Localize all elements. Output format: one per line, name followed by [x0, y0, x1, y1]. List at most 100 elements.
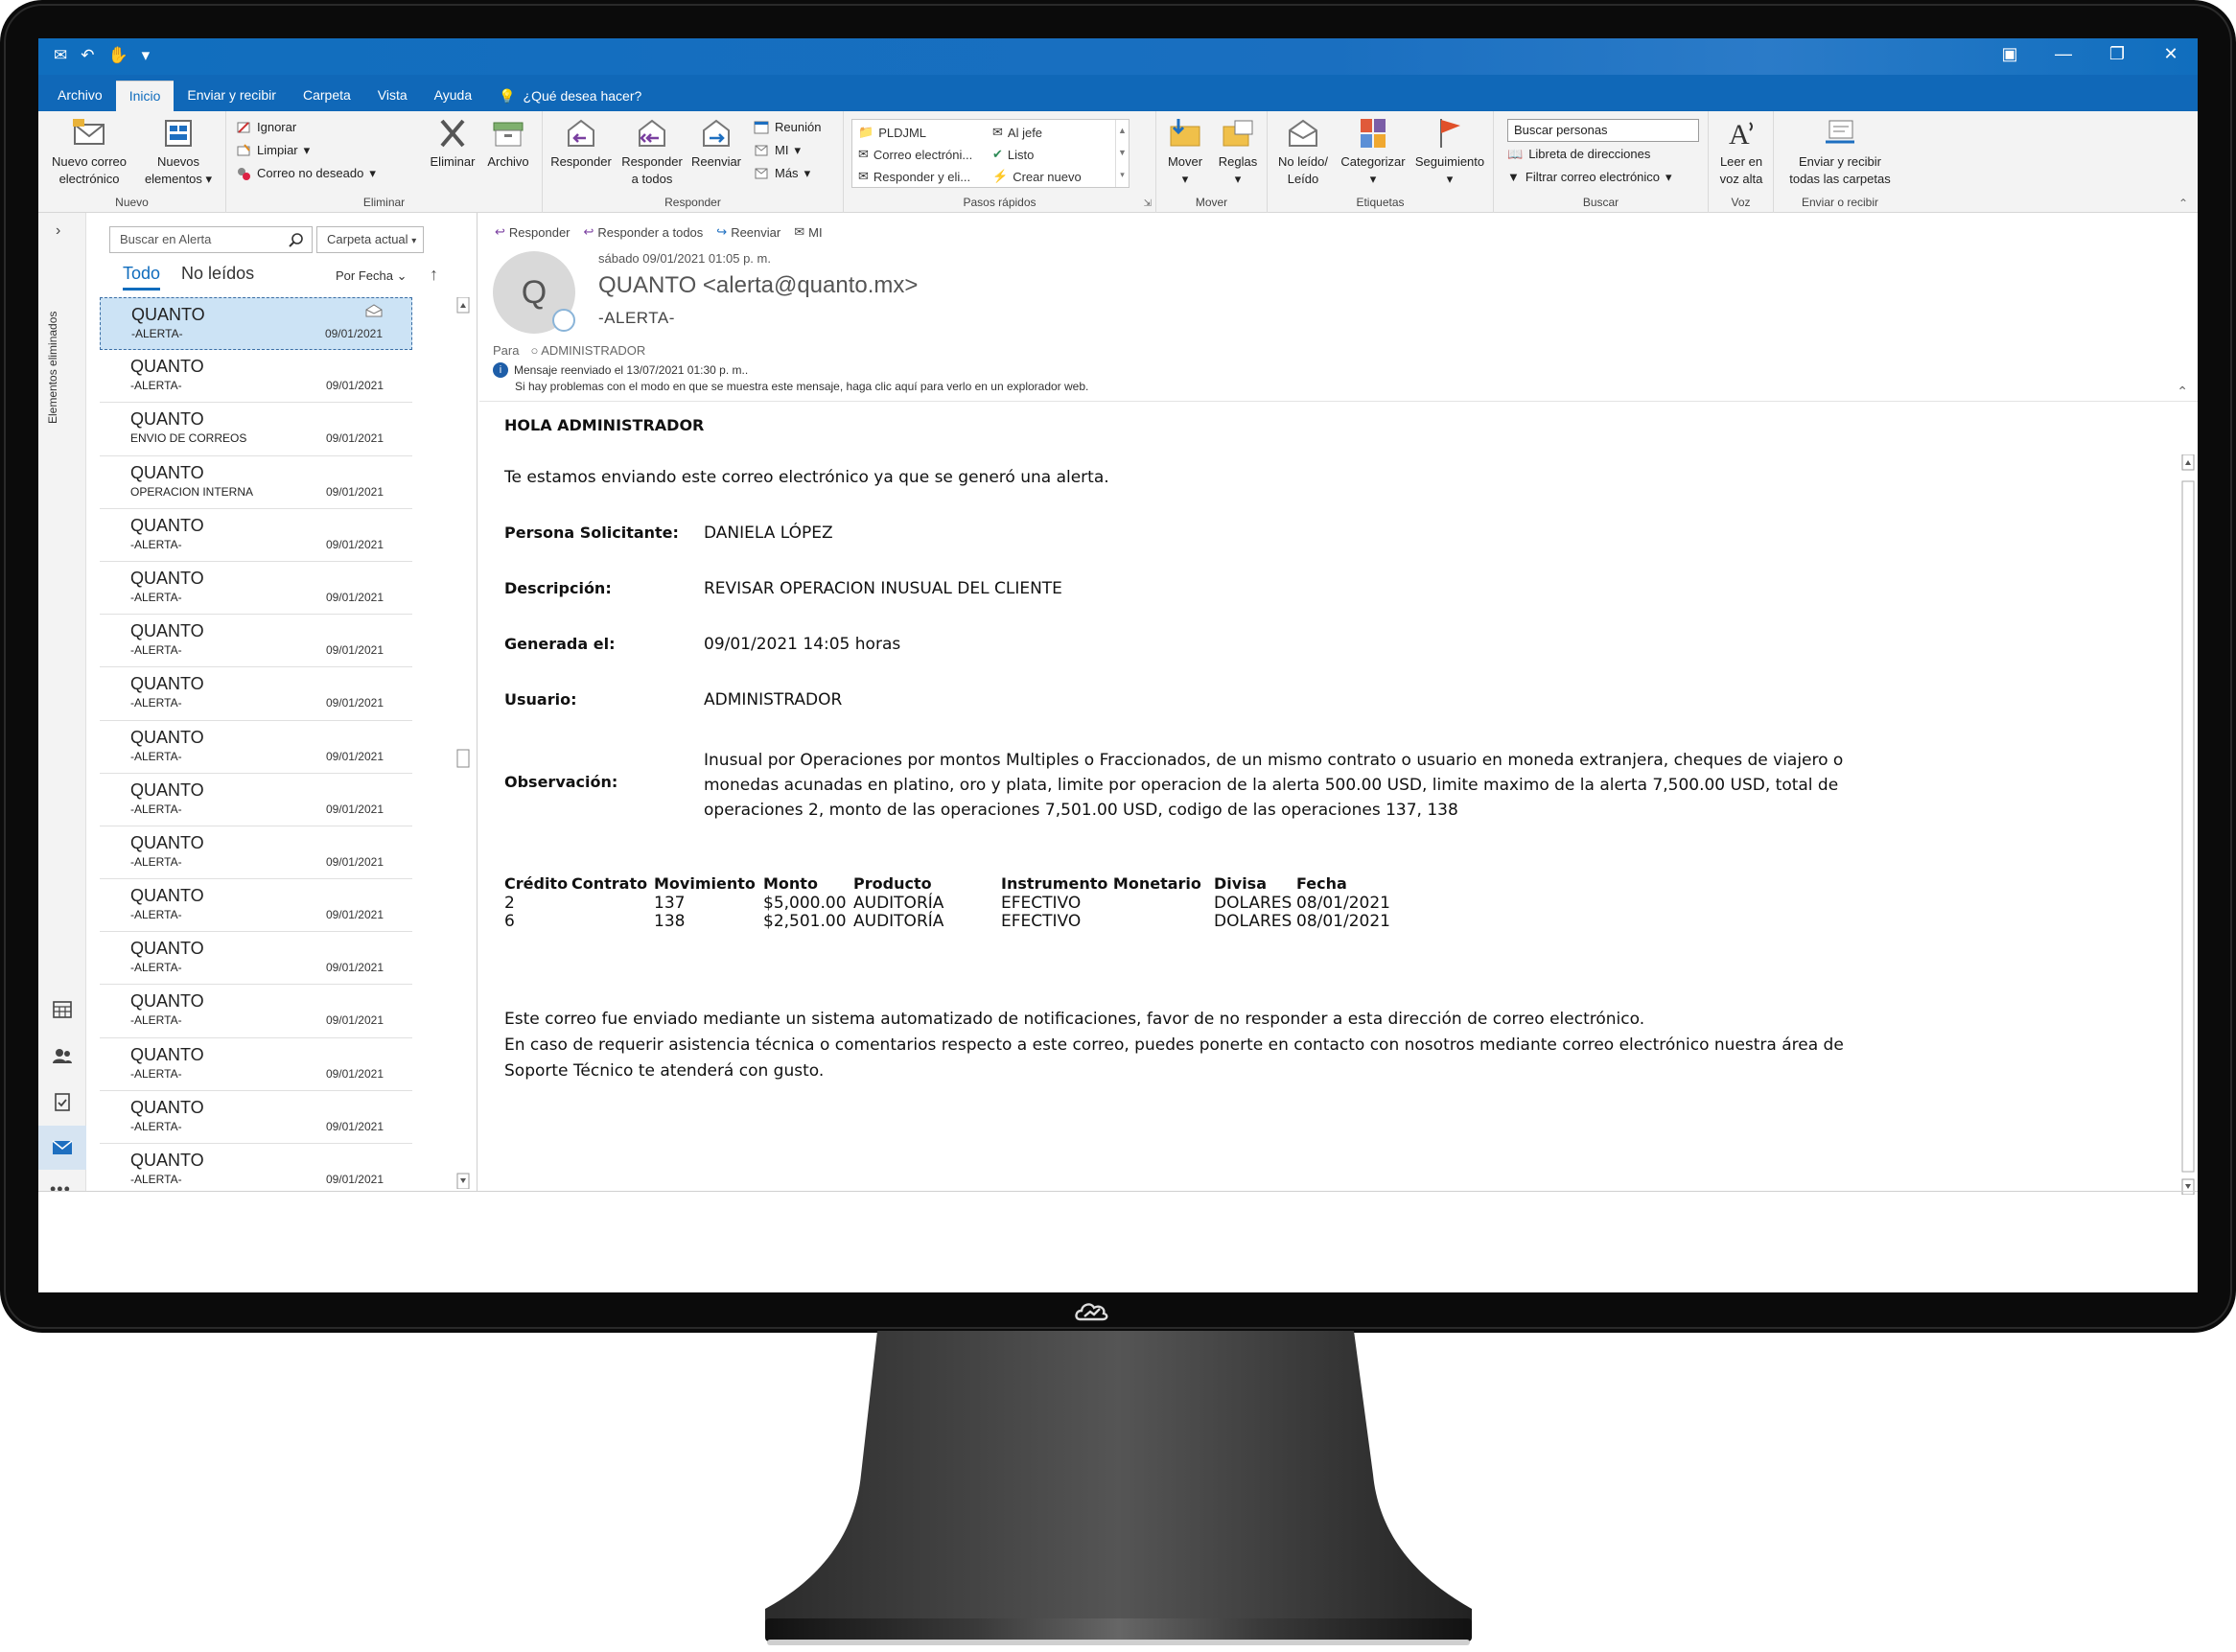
list-item[interactable]: QUANTO OPERACION INTERNA 09/01/2021	[100, 456, 412, 509]
quick-step-reply-delete-label: Responder y eli...	[873, 169, 971, 184]
people-icon[interactable]	[51, 1045, 74, 1066]
reading-reply-all-button[interactable]: ↩ Responder a todos	[584, 224, 704, 240]
list-item[interactable]: QUANTO -ALERTA- 09/01/2021	[100, 562, 412, 616]
envelope-open-icon[interactable]	[365, 304, 383, 317]
address-book-button[interactable]: 📖 Libreta de direcciones	[1507, 144, 1650, 165]
ignore-button[interactable]: Ignorar	[236, 117, 296, 138]
list-item[interactable]: QUANTO -ALERTA- 09/01/2021	[100, 1038, 412, 1091]
tab-archivo[interactable]: Archivo	[44, 81, 116, 111]
quick-step-email[interactable]: ✉ Correo electróni...	[858, 147, 972, 162]
list-item[interactable]: QUANTO -ALERTA- 09/01/2021	[100, 509, 412, 562]
recipient-administrador[interactable]: ○ ADMINISTRADOR	[530, 343, 645, 358]
list-item[interactable]: QUANTO -ALERTA- 09/01/2021	[100, 297, 412, 351]
table-cell: AUDITORÍA	[853, 912, 944, 931]
filter-all[interactable]: Todo	[123, 264, 161, 291]
touch-mode-icon[interactable]: ✋	[108, 46, 128, 65]
filter-email-button[interactable]: ▼ Filtrar correo electrónico ▾	[1507, 167, 1672, 188]
list-item-subject: -ALERTA-	[130, 1119, 182, 1133]
junk-button[interactable]: Correo no deseado ▾	[236, 163, 376, 184]
move-button[interactable]: Mover ▾	[1160, 117, 1210, 188]
tab-inicio[interactable]: Inicio	[115, 81, 175, 111]
list-item[interactable]: QUANTO -ALERTA- 09/01/2021	[100, 615, 412, 668]
mail-nav-selected[interactable]	[38, 1126, 86, 1170]
calendar-icon[interactable]	[51, 999, 74, 1020]
list-item[interactable]: QUANTO -ALERTA- 09/01/2021	[100, 721, 412, 774]
table-cell: 08/01/2021	[1296, 912, 1390, 931]
list-item-subject: -ALERTA-	[131, 327, 183, 340]
undo-icon[interactable]: ↶	[81, 46, 94, 65]
list-item[interactable]: QUANTO -ALERTA- 09/01/2021	[100, 350, 412, 404]
message-sender[interactable]: QUANTO <alerta@quanto.mx>	[598, 272, 918, 299]
reading-forward-button[interactable]: ↪ Reenviar	[716, 224, 780, 240]
tab-vista[interactable]: Vista	[364, 81, 421, 111]
expand-folder-pane-icon[interactable]: ›	[56, 222, 60, 240]
tab-enviar-recibir[interactable]: Enviar y recibir	[174, 81, 290, 111]
new-email-button[interactable]: Nuevo correo electrónico	[46, 117, 132, 188]
search-mail-input[interactable]: Buscar en Alerta	[109, 226, 313, 253]
list-item[interactable]: QUANTO -ALERTA- 09/01/2021	[100, 985, 412, 1038]
quick-step-boss[interactable]: ✉ Al jefe	[992, 125, 1042, 140]
search-scope-dropdown[interactable]: Carpeta actual ▾	[316, 226, 424, 253]
quick-step-pldjml[interactable]: 📁 PLDJML	[858, 125, 926, 140]
sort-direction-icon[interactable]: ↑	[430, 265, 438, 285]
forward-small-icon: ↪	[716, 224, 728, 239]
list-item[interactable]: QUANTO -ALERTA- 09/01/2021	[100, 932, 412, 986]
reply-button[interactable]: Responder	[547, 117, 616, 171]
tell-me-box[interactable]: 💡 ¿Qué desea hacer?	[485, 81, 655, 111]
forward-button[interactable]: Reenviar	[687, 117, 746, 171]
search-people-input[interactable]: Buscar personas	[1507, 119, 1699, 142]
close-icon[interactable]: ✕	[2161, 44, 2180, 64]
minimize-icon[interactable]: —	[2054, 44, 2073, 64]
list-item[interactable]: QUANTO ENVIO DE CORREOS 09/01/2021	[100, 403, 412, 456]
meeting-button[interactable]: Reunión	[754, 117, 821, 138]
group-label-etiquetas: Etiquetas	[1356, 196, 1405, 209]
send-receive-icon[interactable]: ✉	[54, 46, 67, 65]
message-list-scrollbar[interactable]	[454, 297, 472, 1189]
read-aloud-button[interactable]: A Leer en voz alta	[1711, 117, 1772, 188]
reading-scrollbar[interactable]	[2180, 454, 2196, 1195]
tab-ayuda[interactable]: Ayuda	[421, 81, 485, 111]
quick-step-done[interactable]: ✔ Listo	[992, 147, 1034, 162]
restore-icon[interactable]: ❐	[2108, 44, 2127, 64]
tasks-icon[interactable]	[51, 1091, 74, 1112]
group-label-buscar: Buscar	[1582, 196, 1619, 209]
reading-im-button[interactable]: ✉ MI	[794, 224, 822, 240]
clean-button[interactable]: Limpiar ▾	[236, 140, 310, 161]
ribbon-display-icon[interactable]: ▣	[2000, 44, 2019, 64]
sort-dropdown[interactable]: Por Fecha ⌄	[336, 268, 408, 284]
collapse-ribbon-icon[interactable]: ⌃	[2178, 197, 2188, 210]
filter-unread[interactable]: No leídos	[181, 264, 254, 291]
categorize-button[interactable]: Categorizar ▾	[1337, 117, 1409, 188]
group-voz: A Leer en voz alta Voz	[1709, 111, 1774, 213]
dialog-launcher-icon[interactable]: ⇲	[1144, 198, 1152, 209]
customize-icon[interactable]: ▾	[142, 46, 151, 65]
list-item[interactable]: QUANTO -ALERTA- 09/01/2021	[100, 774, 412, 826]
reading-reply-button[interactable]: ↩ Responder	[495, 224, 571, 240]
followup-button[interactable]: Seguimiento ▾	[1409, 117, 1490, 188]
collapse-header-icon[interactable]: ⌃	[2177, 384, 2188, 400]
unread-read-button[interactable]: No leído/ Leído	[1271, 117, 1335, 188]
list-item[interactable]: QUANTO -ALERTA- 09/01/2021	[100, 1091, 412, 1144]
rules-button[interactable]: Reglas ▾	[1212, 117, 1264, 188]
more-apps-icon[interactable]: •••	[50, 1179, 71, 1199]
quick-step-reply-delete[interactable]: ✉ Responder y eli...	[858, 169, 970, 184]
more-button[interactable]: Más ▾	[754, 163, 810, 184]
list-item-sender: QUANTO	[130, 568, 204, 588]
tab-carpeta[interactable]: Carpeta	[290, 81, 364, 111]
list-item[interactable]: QUANTO -ALERTA- 09/01/2021	[100, 826, 412, 880]
folder-label-vertical[interactable]: Elementos eliminados	[46, 280, 59, 424]
list-item[interactable]: QUANTO -ALERTA- 09/01/2021	[100, 879, 412, 933]
list-item[interactable]: QUANTO -ALERTA- 09/01/2021	[100, 667, 412, 721]
info-bar-browser-link[interactable]: Si hay problemas con el modo en que se m…	[515, 380, 1088, 393]
reply-all-button[interactable]: Responder a todos	[619, 117, 685, 188]
delete-button[interactable]: Eliminar	[426, 117, 479, 171]
list-item-sender: QUANTO	[130, 462, 204, 482]
search-icon[interactable]	[289, 232, 304, 247]
list-item[interactable]: QUANTO -ALERTA- 09/01/2021	[100, 1144, 412, 1189]
new-items-button[interactable]: Nuevos elementos ▾	[138, 117, 219, 188]
send-receive-all-button[interactable]: Enviar y recibir todas las carpetas	[1778, 117, 1902, 188]
quick-step-create[interactable]: ⚡ Crear nuevo	[992, 169, 1082, 184]
archive-button[interactable]: Archivo	[479, 117, 537, 171]
im-button[interactable]: MI ▾	[754, 140, 801, 161]
quick-steps-scroll[interactable]: ▲ ▼ ▾	[1115, 120, 1129, 187]
